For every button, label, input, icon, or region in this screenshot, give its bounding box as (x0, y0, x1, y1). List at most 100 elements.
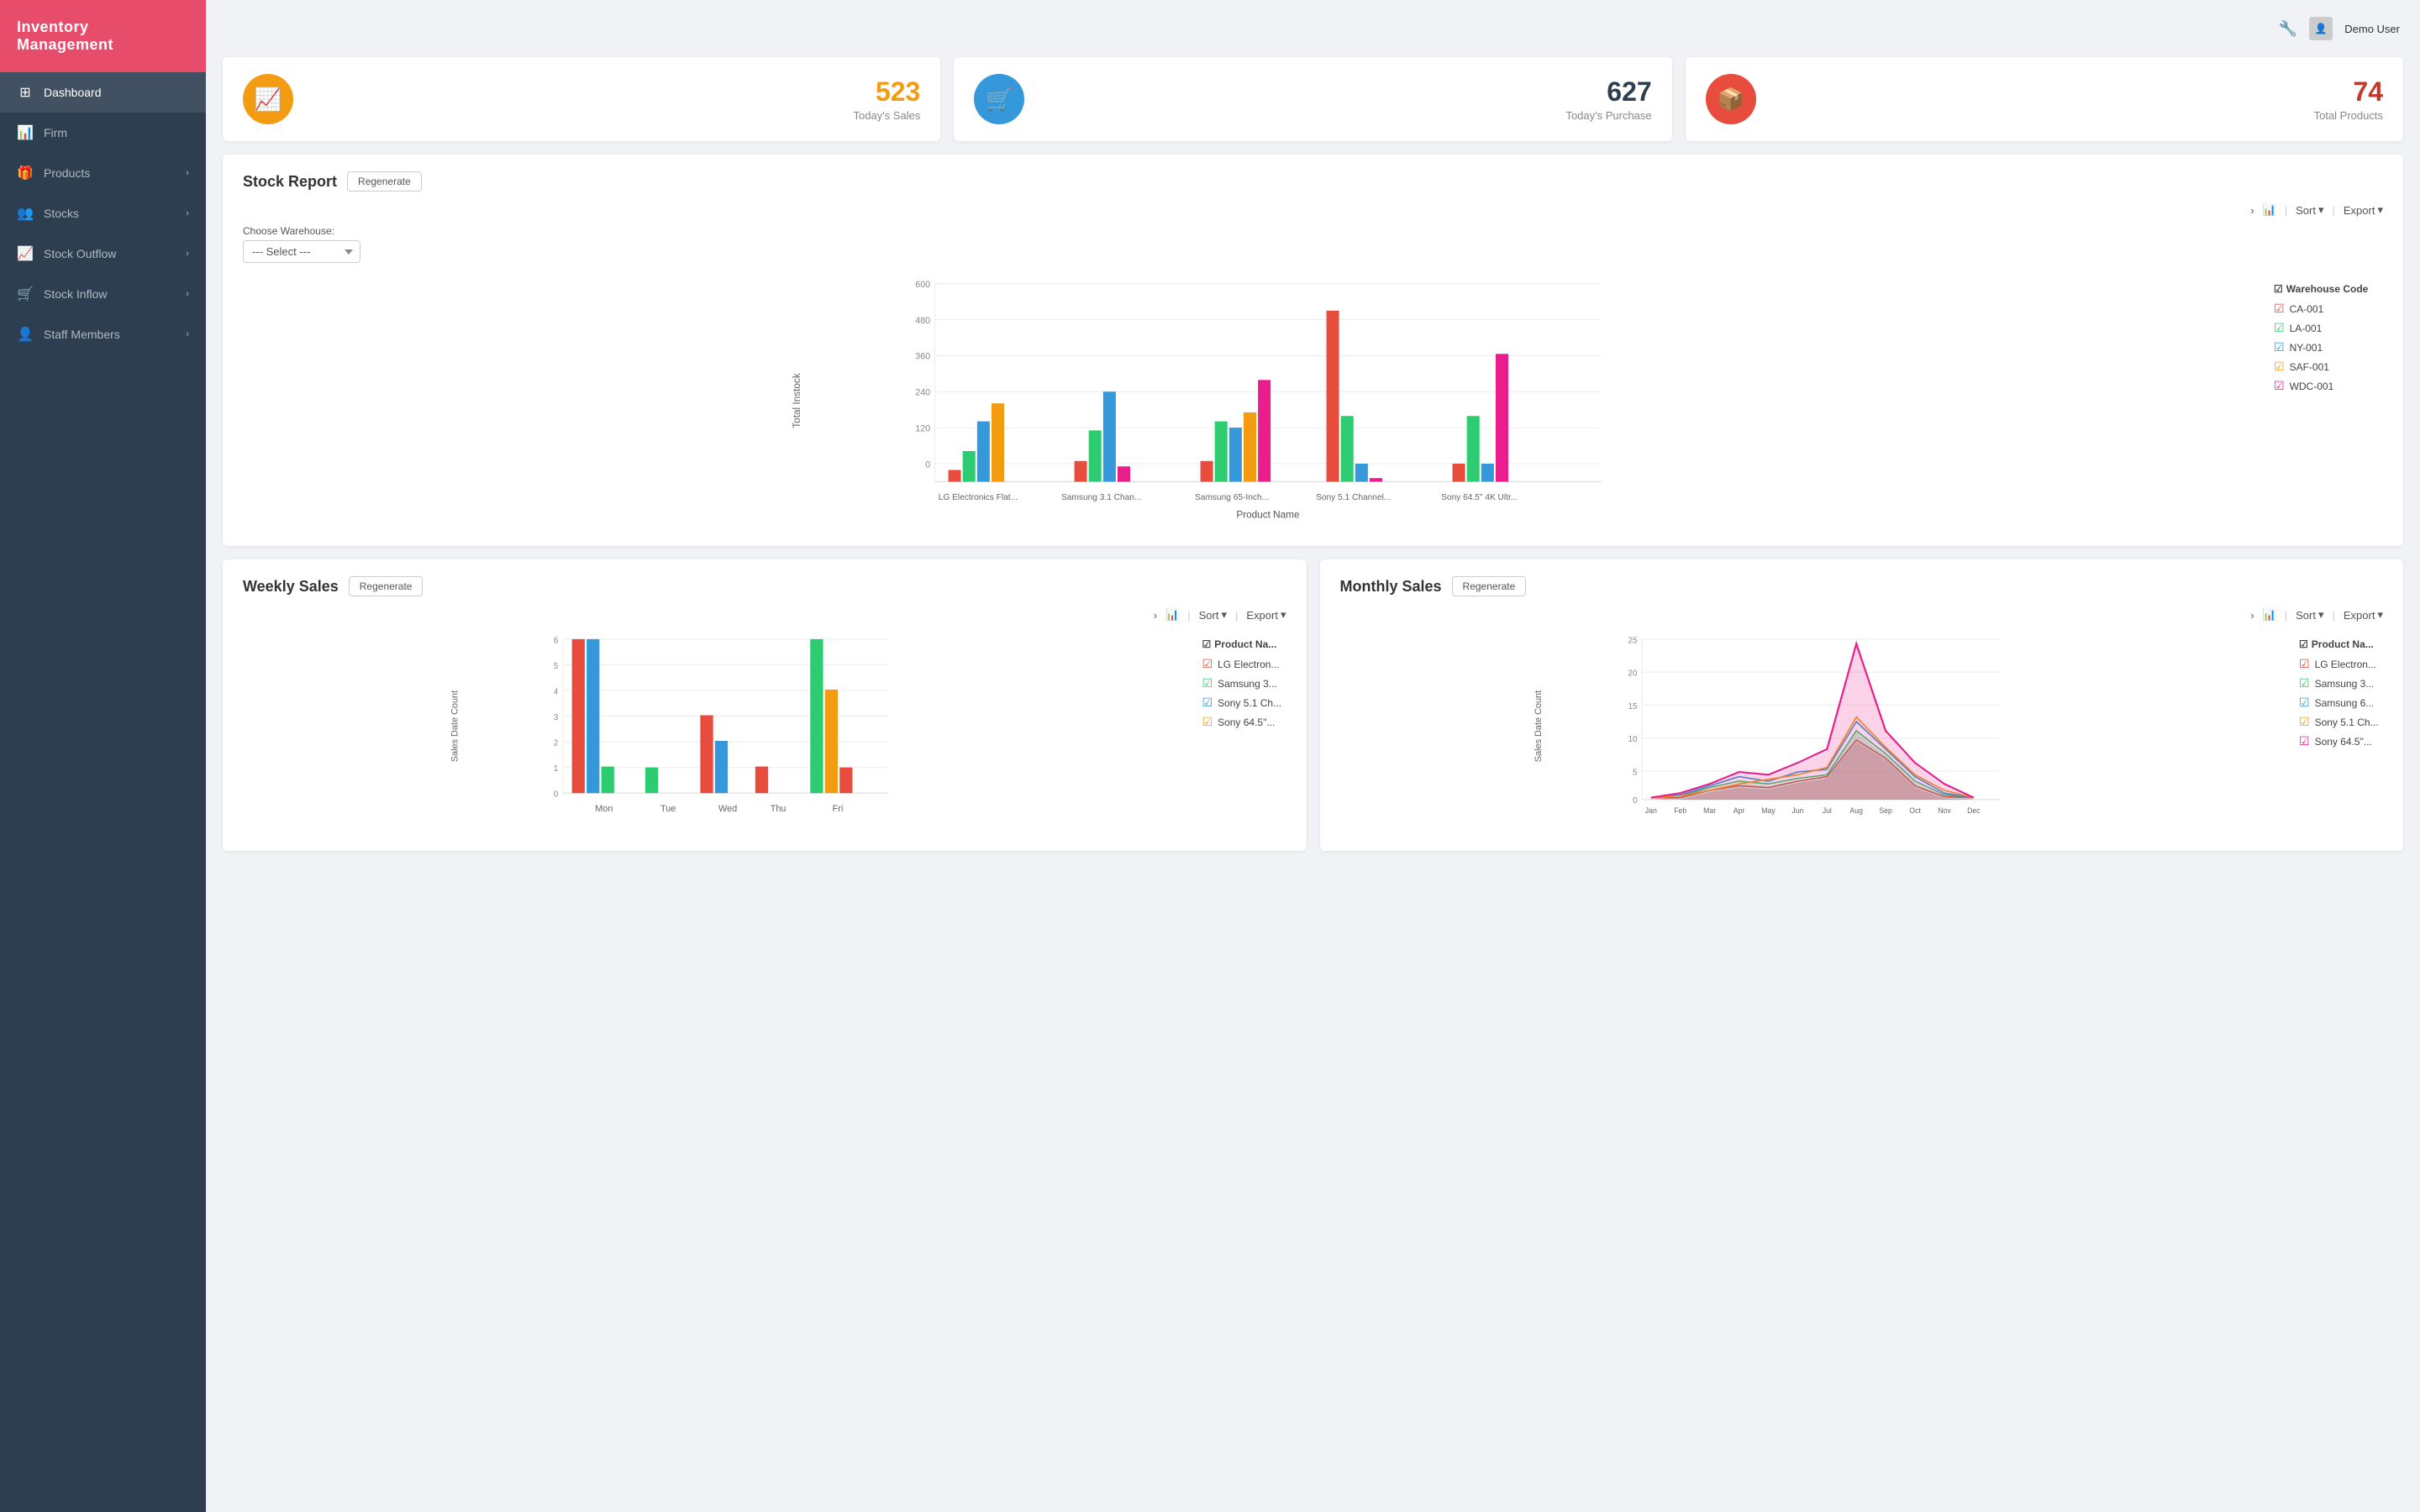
kpi-sales-info: 523 Today's Sales (310, 76, 920, 122)
sidebar-item-label: Products (44, 166, 90, 180)
svg-text:6: 6 (554, 636, 559, 645)
svg-text:Oct: Oct (1909, 806, 1921, 815)
export-button[interactable]: Export ▾ (2344, 608, 2383, 622)
legend-item-ca001: ☑ CA-001 (2274, 302, 2383, 316)
sidebar-item-label: Stocks (44, 207, 79, 220)
svg-text:Total Instock: Total Instock (792, 373, 802, 428)
stock-report-title: Stock Report (243, 173, 337, 191)
legend-item-sony64: ☑ Sony 64.5"... (1202, 715, 1286, 729)
sort-button[interactable]: Sort ▾ (2296, 203, 2323, 217)
svg-text:0: 0 (1633, 796, 1638, 806)
legend-item-sony64: ☑ Sony 64.5"... (2299, 734, 2383, 748)
svg-text:360: 360 (915, 352, 930, 362)
chart-type-button[interactable]: 📊 (2263, 203, 2276, 217)
warehouse-selector: Choose Warehouse: --- Select --- CA-001 … (243, 225, 2383, 263)
weekly-sales-title: Weekly Sales (243, 578, 339, 596)
sort-button[interactable]: Sort ▾ (2296, 608, 2323, 622)
svg-text:0: 0 (925, 459, 930, 470)
stock-report-header: Stock Report Regenerate (243, 171, 2383, 192)
svg-text:5: 5 (1633, 768, 1638, 777)
legend-item-sony51: ☑ Sony 5.1 Ch... (1202, 696, 1286, 710)
svg-text:1: 1 (554, 764, 558, 774)
bottom-row: Weekly Sales Regenerate › 📊 | Sort ▾ | E… (223, 559, 2403, 851)
purchase-icon: 🛒 (974, 74, 1024, 124)
expand-button[interactable]: › (2250, 609, 2254, 622)
svg-text:Fri: Fri (833, 804, 844, 814)
svg-text:Aug: Aug (1849, 806, 1863, 815)
svg-text:Mar: Mar (1703, 806, 1716, 815)
monthly-toolbar: › 📊 | Sort ▾ | Export ▾ (1340, 608, 2384, 622)
topbar: 🔧 👤 Demo User (223, 17, 2403, 40)
svg-text:2: 2 (554, 738, 558, 748)
monthly-chart: Sales Date Count 25 20 15 10 5 (1340, 630, 2283, 834)
monthly-sales-header: Monthly Sales Regenerate (1340, 576, 2384, 596)
chevron-right-icon: › (186, 329, 189, 339)
svg-text:15: 15 (1628, 702, 1637, 711)
monthly-chart-container: Sales Date Count 25 20 15 10 5 (1340, 630, 2384, 834)
dashboard-icon: ⊞ (17, 84, 34, 101)
kpi-sales-number: 523 (310, 76, 920, 108)
chevron-right-icon: › (186, 289, 189, 299)
app-title: Inventory Management (0, 0, 206, 72)
stock-report-regenerate-button[interactable]: Regenerate (347, 171, 422, 192)
legend-item-lg: ☑ LG Electron... (2299, 657, 2383, 671)
weekly-sales-regenerate-button[interactable]: Regenerate (349, 576, 424, 596)
sidebar: Inventory Management ⊞ Dashboard 📊 Firm … (0, 0, 206, 1512)
svg-text:Wed: Wed (718, 804, 737, 814)
outflow-icon: 📈 (17, 245, 34, 262)
svg-text:May: May (1761, 806, 1776, 815)
legend-item-la001: ☑ LA-001 (2274, 321, 2383, 335)
svg-text:600: 600 (915, 280, 930, 290)
legend-item-sony51: ☑ Sony 5.1 Ch... (2299, 715, 2383, 729)
svg-text:Thu: Thu (771, 804, 786, 814)
kpi-products-number: 74 (1773, 76, 2383, 108)
svg-text:25: 25 (1628, 636, 1637, 645)
sidebar-item-firm[interactable]: 📊 Firm (0, 113, 206, 153)
settings-icon[interactable]: 🔧 (2279, 20, 2297, 38)
staff-icon: 👤 (17, 326, 34, 343)
monthly-sales-card: Monthly Sales Regenerate › 📊 | Sort ▾ | … (1320, 559, 2404, 851)
sidebar-item-stock-inflow[interactable]: 🛒 Stock Inflow › (0, 274, 206, 314)
weekly-chart-container: Sales Date Count 6 5 4 3 (243, 630, 1286, 834)
inflow-icon: 🛒 (17, 286, 34, 302)
chevron-right-icon: › (186, 249, 189, 259)
svg-text:10: 10 (1628, 735, 1637, 744)
kpi-row: 📈 523 Today's Sales 🛒 627 Today's Purcha… (223, 57, 2403, 141)
chevron-right-icon: › (186, 208, 189, 218)
monthly-sales-regenerate-button[interactable]: Regenerate (1452, 576, 1527, 596)
legend-item-lg: ☑ LG Electron... (1202, 657, 1286, 671)
svg-text:Samsung 65-Inch...: Samsung 65-Inch... (1195, 493, 1269, 502)
stock-report-chart-container: Total Instock 600 480 360 240 120 (243, 275, 2383, 529)
sidebar-item-label: Dashboard (44, 86, 102, 99)
sort-button[interactable]: Sort ▾ (1199, 608, 1227, 622)
chart-type-button[interactable]: 📊 (2263, 608, 2276, 622)
svg-text:Sony 5.1 Channel...: Sony 5.1 Channel... (1316, 493, 1391, 502)
legend-item-ny001: ☑ NY-001 (2274, 340, 2383, 354)
warehouse-select[interactable]: --- Select --- CA-001 LA-001 NY-001 SAF-… (243, 240, 360, 263)
export-button[interactable]: Export ▾ (2344, 203, 2383, 217)
svg-text:Mon: Mon (595, 804, 613, 814)
sidebar-item-staff-members[interactable]: 👤 Staff Members › (0, 314, 206, 354)
svg-text:Sep: Sep (1879, 806, 1892, 815)
chart-type-button[interactable]: 📊 (1165, 608, 1179, 622)
svg-text:Sales Date Count: Sales Date Count (1533, 690, 1543, 762)
expand-button[interactable]: › (1154, 609, 1157, 622)
sidebar-item-stocks[interactable]: 👥 Stocks › (0, 193, 206, 234)
firm-icon: 📊 (17, 124, 34, 141)
legend-item-saf001: ☑ SAF-001 (2274, 360, 2383, 374)
export-button[interactable]: Export ▾ (1246, 608, 1286, 622)
svg-text:4: 4 (554, 687, 559, 696)
monthly-legend: ☑ Product Na... ☑ LG Electron... ☑ Samsu… (2299, 630, 2383, 753)
avatar: 👤 (2309, 17, 2333, 40)
kpi-purchase: 🛒 627 Today's Purchase (954, 57, 1671, 141)
sidebar-item-dashboard[interactable]: ⊞ Dashboard (0, 72, 206, 113)
svg-text:Jun: Jun (1791, 806, 1803, 815)
weekly-sales-header: Weekly Sales Regenerate (243, 576, 1286, 596)
warehouse-label: Choose Warehouse: (243, 225, 2383, 237)
expand-button[interactable]: › (2250, 204, 2254, 217)
legend-item-wdc001: ☑ WDC-001 (2274, 379, 2383, 393)
sidebar-item-stock-outflow[interactable]: 📈 Stock Outflow › (0, 234, 206, 274)
products-icon: 📦 (1706, 74, 1756, 124)
kpi-sales-label: Today's Sales (310, 109, 920, 122)
sidebar-item-products[interactable]: 🎁 Products › (0, 153, 206, 193)
